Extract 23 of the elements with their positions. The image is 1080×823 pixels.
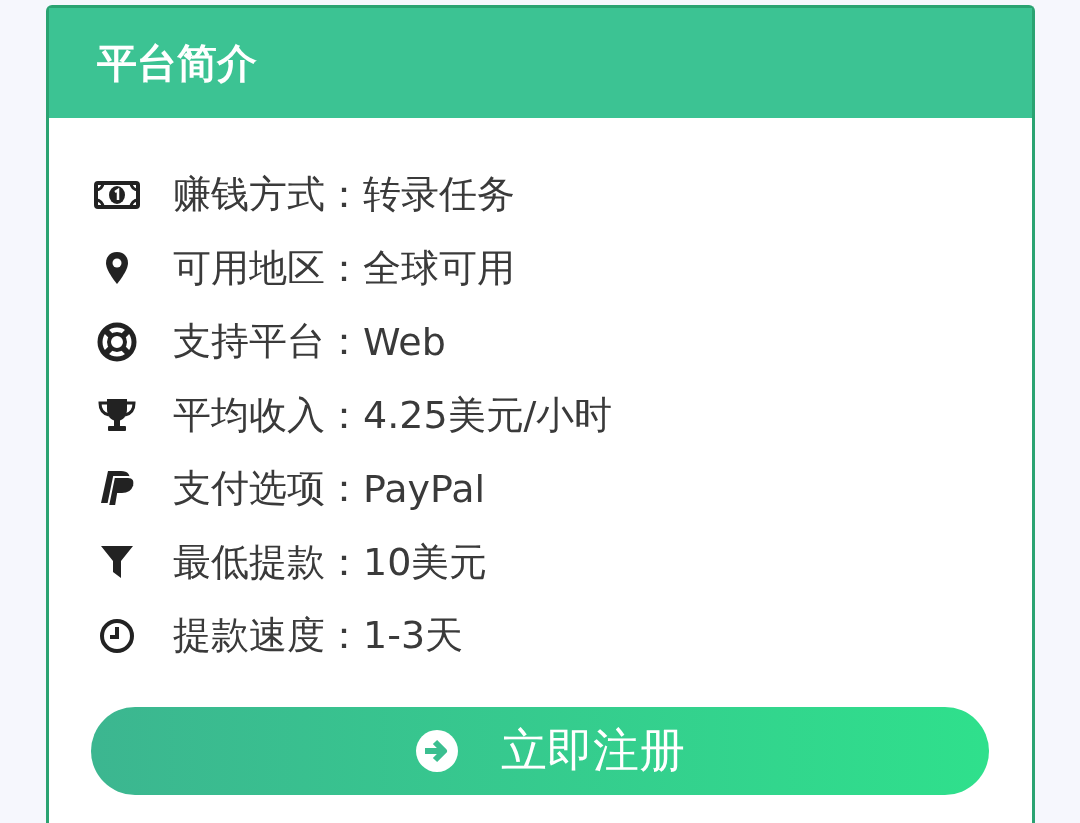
trophy-icon: [97, 397, 137, 434]
detail-value: 10美元: [363, 538, 488, 586]
detail-label: 赚钱方式：: [173, 171, 363, 219]
clock-icon: [99, 617, 135, 654]
detail-label: 提款速度：: [173, 612, 363, 660]
detail-value: PayPal: [363, 466, 486, 511]
detail-label: 平均收入：: [173, 391, 363, 439]
detail-label: 支持平台：: [173, 318, 363, 366]
map-pin-icon: [105, 251, 129, 286]
detail-value: 转录任务: [363, 171, 515, 219]
detail-label: 支付选项：: [173, 465, 363, 513]
life-ring-icon: [97, 321, 137, 362]
detail-label: 最低提款：: [173, 538, 363, 586]
money-bill-icon: [94, 179, 140, 210]
funnel-icon: [100, 544, 134, 581]
detail-value: 1-3天: [363, 612, 464, 660]
detail-value: Web: [363, 319, 446, 364]
detail-value: 全球可用: [363, 244, 515, 292]
card-title: 平台简介: [97, 38, 257, 88]
detail-value: 4.25美元/小时: [363, 391, 613, 439]
register-button[interactable]: 立即注册: [91, 706, 989, 795]
arrow-circle-icon: [415, 728, 459, 773]
detail-label: 可用地区：: [173, 244, 363, 292]
